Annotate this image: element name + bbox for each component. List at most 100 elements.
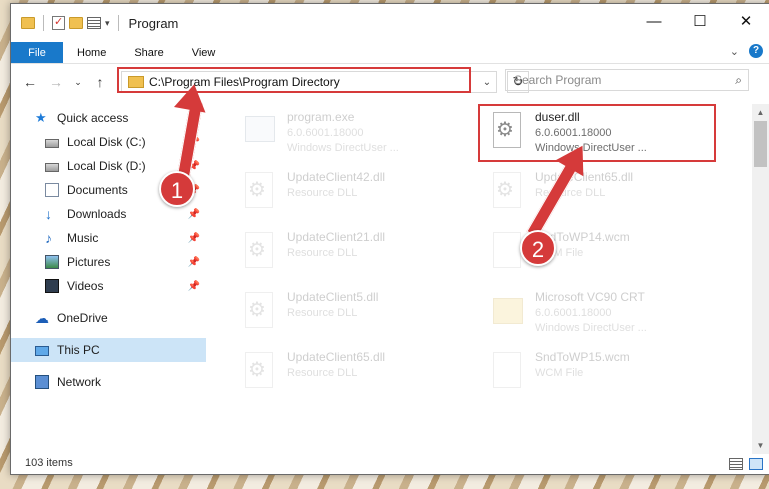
close-button[interactable]: ✕ [723,4,769,38]
quick-access-toolbar: ▾ [11,15,123,31]
dll-file-icon: ⚙ [239,348,279,396]
file-item[interactable]: SndToWP14.wcm WCM File [487,228,687,284]
exe-file-icon [239,108,279,156]
sidebar-item-label: This PC [57,343,100,357]
sidebar-item-label: Videos [67,279,104,293]
sidebar-item-label: Network [57,375,102,389]
search-icon[interactable]: ⌕ [735,73,742,88]
folder-icon [21,17,35,29]
ribbon-tabs: File Home Share View ⌄ ? [11,42,769,64]
item-count: 103 items [25,457,73,469]
file-item[interactable]: ⚙ UpdateClient21.dll Resource DLL [239,228,439,284]
this-pc-icon [35,346,49,356]
file-item[interactable]: ⚙ UpdateClient65.dll Resource DLL [239,348,439,404]
file-version: 6.0.6001.18000 [287,127,364,139]
sidebar-item-label: Downloads [67,207,127,221]
details-view-icon[interactable] [729,458,743,470]
navigation-pane: ★ Quick access Local Disk (C:) 📌 Local D… [11,104,206,454]
file-item[interactable]: SndToWP15.wcm WCM File [487,348,687,404]
sidebar-item-label: Quick access [57,111,129,125]
file-name: UpdateClient42.dll [287,170,386,184]
file-description: Windows DirectUser ... [287,142,399,154]
pin-icon[interactable]: 📌 [188,281,200,292]
customize-dropdown-icon[interactable]: ▾ [105,18,110,29]
pin-icon[interactable]: 📌 [188,257,200,268]
scroll-up-icon[interactable]: ▲ [752,104,769,121]
maximize-button[interactable]: ☐ [677,4,723,38]
sidebar-item-label: Local Disk (D:) [67,159,146,173]
pictures-icon [45,255,59,269]
file-version: 6.0.6001.18000 [535,307,612,319]
tab-home[interactable]: Home [63,42,120,63]
file-description: Resource DLL [287,367,358,379]
tab-view[interactable]: View [178,42,230,63]
search-placeholder: Search Program [514,73,602,87]
sidebar-item-label: Pictures [67,255,111,269]
documents-icon [45,183,59,197]
file-description: Resource DLL [287,187,358,199]
pin-icon[interactable]: 📌 [188,209,200,220]
sidebar-item-quick-access[interactable]: ★ Quick access [11,106,206,130]
address-dropdown-icon[interactable]: ⌄ [478,77,496,88]
file-name: UpdateClient65.dll [287,350,386,364]
sidebar-item-label: Local Disk (C:) [67,135,146,149]
sidebar-item-label: OneDrive [57,311,108,325]
file-item[interactable]: Microsoft VC90 CRT 6.0.6001.18000 Windows … [487,288,687,344]
sidebar-item-onedrive[interactable]: ☁ OneDrive [11,306,206,330]
sidebar-item-this-pc[interactable]: This PC [11,338,206,362]
help-icon[interactable]: ? [749,44,763,58]
properties-check-icon[interactable] [52,15,65,30]
status-bar: 103 items [11,452,769,474]
step-1-badge: 1 [159,171,195,207]
downloads-icon: ↓ [45,206,52,222]
tab-share[interactable]: Share [120,42,177,63]
onedrive-icon: ☁ [35,310,49,326]
new-folder-icon[interactable] [69,17,83,29]
divider [43,15,44,31]
dll-file-icon: ⚙ [239,288,279,336]
vertical-scrollbar[interactable]: ▲ ▼ [752,104,769,454]
sidebar-item-videos[interactable]: Videos 📌 [11,274,206,298]
ribbon-right-controls: ⌄ ? [730,44,763,58]
file-name: program.exe [287,110,355,124]
sidebar-item-label: Documents [67,183,128,197]
large-icons-view-icon[interactable] [749,458,763,470]
title-bar: ▾ Program — ☐ ✕ [11,4,769,42]
file-description: Resource DLL [287,307,358,319]
dll-file-icon: ⚙ [239,168,279,216]
forward-arrow-icon[interactable]: → [47,74,65,90]
address-highlight-box [117,67,471,93]
dll-file-icon: ⚙ [487,168,527,216]
file-description: Windows DirectUser ... [535,322,647,334]
file-item[interactable]: ⚙ UpdateClient65.dll Resource DLL [487,168,687,224]
window-controls: — ☐ ✕ [631,4,769,38]
file-item[interactable]: ⚙ UpdateClient42.dll Resource DLL [239,168,439,224]
sidebar-item-network[interactable]: Network [11,370,206,394]
file-item[interactable]: program.exe 6.0.6001.18000 Windows DirectU… [239,108,439,164]
sidebar-item-pictures[interactable]: Pictures 📌 [11,250,206,274]
music-icon: ♪ [45,230,52,246]
dll-file-icon: ⚙ [239,228,279,276]
recent-locations-icon[interactable]: ⌄ [73,77,83,88]
divider [117,15,119,31]
sidebar-item-music[interactable]: ♪ Music 📌 [11,226,206,250]
folder-icon [487,288,527,336]
file-description: Resource DLL [287,247,358,259]
search-input[interactable]: Search Program ⌕ [505,69,749,91]
properties-icon[interactable] [87,17,101,29]
view-switcher [729,458,763,470]
disk-icon [45,163,59,172]
file-name: Microsoft VC90 CRT [535,290,645,304]
scroll-thumb[interactable] [754,121,767,167]
minimize-button[interactable]: — [631,4,677,38]
file-name: UpdateClient5.dll [287,290,379,304]
file-name: UpdateClient21.dll [287,230,386,244]
back-arrow-icon[interactable]: ← [21,74,39,90]
file-description: WCM File [535,367,584,379]
sidebar-item-local-disk-c[interactable]: Local Disk (C:) 📌 [11,130,206,154]
up-arrow-icon[interactable]: ↑ [91,74,109,90]
expand-ribbon-icon[interactable]: ⌄ [730,45,739,58]
pin-icon[interactable]: 📌 [188,233,200,244]
file-item[interactable]: ⚙ UpdateClient5.dll Resource DLL [239,288,439,344]
tab-file[interactable]: File [11,42,63,63]
